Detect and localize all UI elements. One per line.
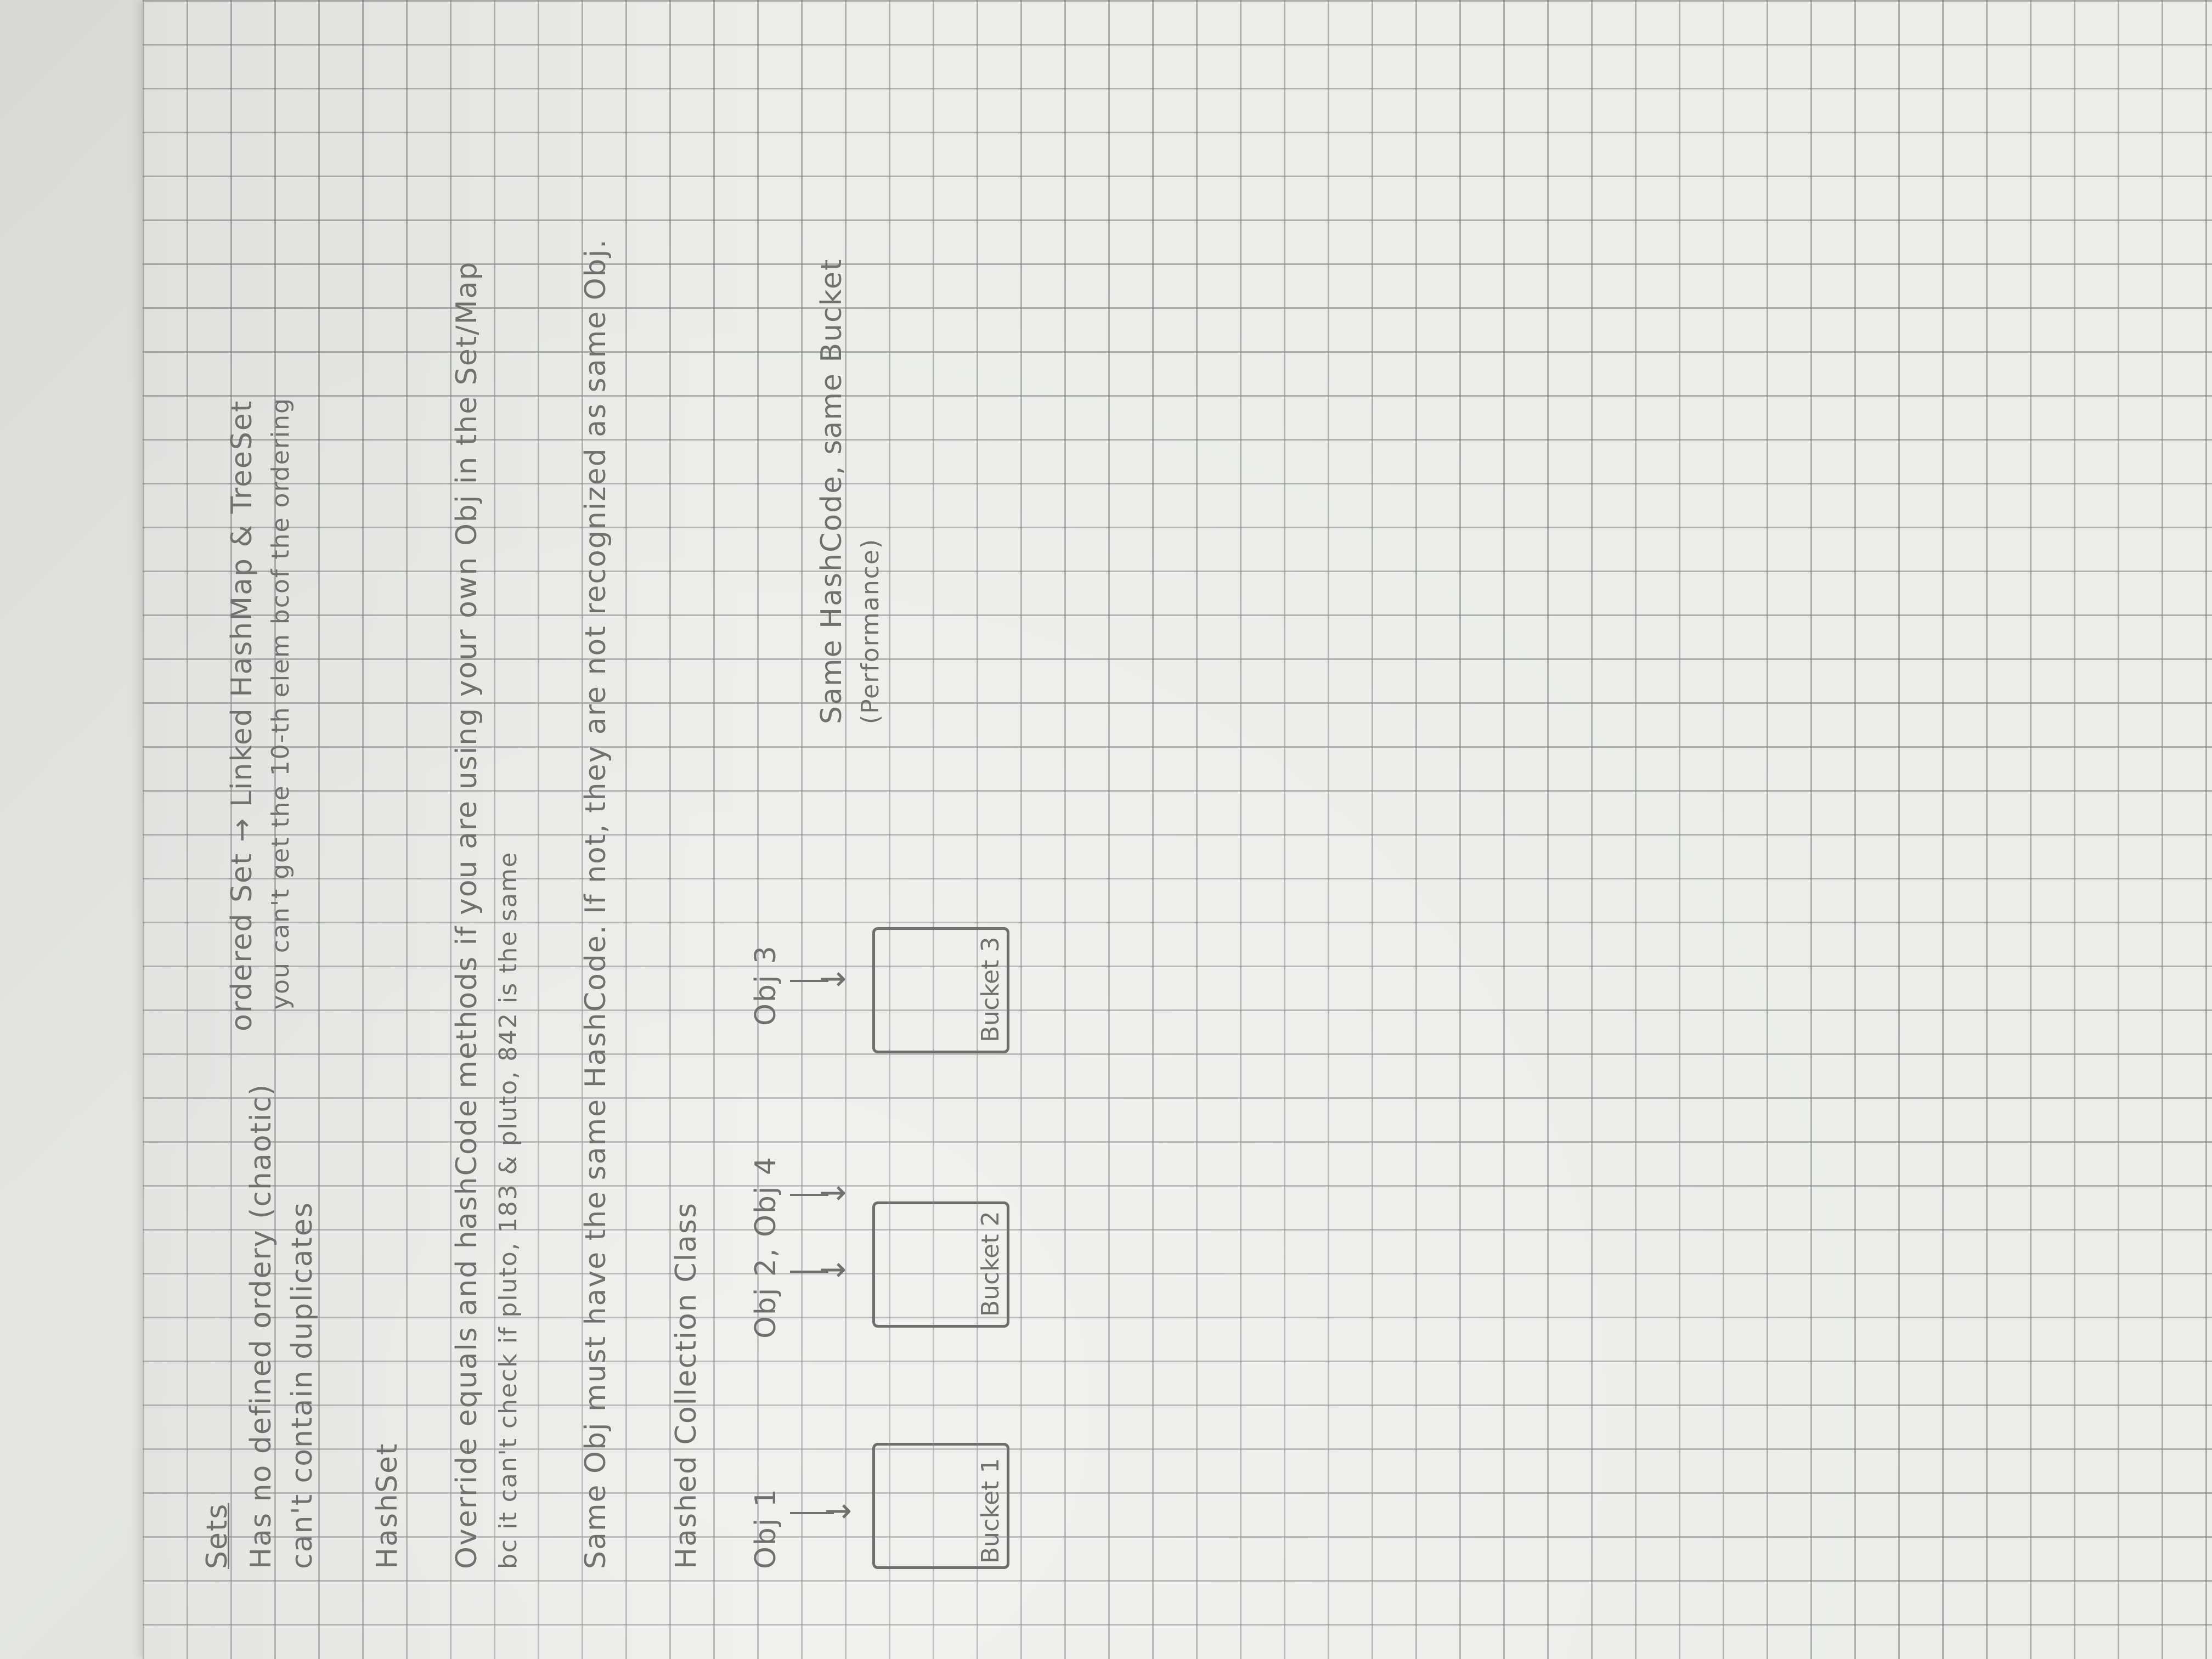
arrow-down-icon: ↓ xyxy=(815,965,853,993)
obj2-obj4-label: Obj 2, Obj 4 xyxy=(749,1155,782,1339)
performance-line: (Performance) xyxy=(856,538,884,724)
arrow-down-icon: ↓ xyxy=(820,1497,859,1525)
ordered-set-line: ordered Set → Linked HashMap & TreeSet xyxy=(225,399,258,1031)
handwritten-notes: Sets Has no defined ordery (chaotic) can… xyxy=(187,66,1042,1580)
bucket-2-label: Bucket 2 xyxy=(977,1211,1005,1317)
same-hashcode-line: Same HashCode, same Bucket xyxy=(815,258,848,724)
sets-line-1: Has no defined ordery (chaotic) xyxy=(245,1083,278,1569)
sets-line-2: can't contain duplicates xyxy=(286,1201,319,1569)
same-obj-line: Same Obj must have the same HashCode. If… xyxy=(579,238,612,1569)
override-line-1: Override equals and hashCode methods if … xyxy=(450,261,483,1569)
override-line-2: bc it can't check if pluto, 183 & pluto,… xyxy=(494,851,522,1569)
obj1-label: Obj 1 xyxy=(749,1488,782,1569)
arrow-down-icon: ↓ xyxy=(815,1256,853,1284)
arrow-down-icon: ↓ xyxy=(815,1179,853,1207)
ordered-note-line: you can't get the 10-th elem bcof the or… xyxy=(267,397,295,1009)
obj3-label: Obj 3 xyxy=(749,945,782,1026)
bucket-1-label: Bucket 1 xyxy=(977,1458,1005,1564)
hashset-title: HashSet xyxy=(371,1442,404,1569)
photo-scene: Sets Has no defined ordery (chaotic) can… xyxy=(0,0,2212,1659)
hashed-collection-title: Hashed Collection Class xyxy=(670,1201,703,1569)
bucket-3-label: Bucket 3 xyxy=(977,936,1005,1042)
sets-title: Sets xyxy=(201,1503,234,1569)
